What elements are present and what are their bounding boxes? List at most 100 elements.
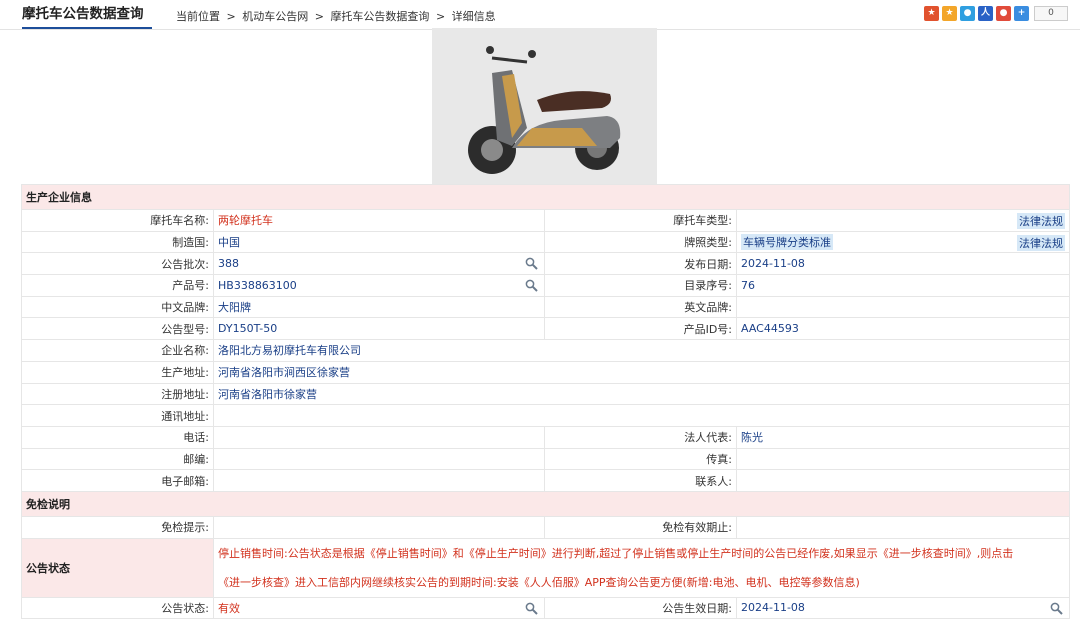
table-row: 公告批次: 388 发布日期: 2024-11-08 — [21, 252, 1070, 276]
field-label: 公告批次: — [21, 252, 214, 276]
plate-type-cell: 车辆号牌分类标准 法律法规 — [736, 230, 1070, 254]
plate-type-value: 车辆号牌分类标准 — [741, 234, 833, 251]
table-row: 邮编: 传真: — [21, 447, 1070, 471]
breadcrumb-separator: > — [435, 10, 446, 23]
share-weibo-icon[interactable]: ★ — [924, 6, 939, 21]
release-date-value: 2024-11-08 — [736, 252, 1070, 276]
share-qzone-icon[interactable]: ★ — [942, 6, 957, 21]
section-header-exempt: 免检说明 — [21, 490, 1070, 517]
share-more-icon[interactable]: + — [1014, 6, 1029, 21]
share-renren-icon[interactable]: 人 — [978, 6, 993, 21]
search-icon[interactable] — [525, 257, 538, 271]
scooter-image — [432, 28, 657, 185]
field-label: 牌照类型: — [544, 230, 737, 254]
breadcrumb-separator: > — [226, 10, 236, 23]
vehicle-info-table: 生产企业信息 摩托车名称: 两轮摩托车 摩托车类型: 法律法规 制造国: 中国 … — [21, 184, 1070, 620]
field-label: 公告型号: — [21, 317, 214, 341]
field-label: 发布日期: — [544, 252, 737, 276]
field-label: 中文品牌: — [21, 295, 214, 319]
brand-cn-value: 大阳牌 — [213, 295, 545, 319]
catalog-no-value: 76 — [736, 274, 1070, 297]
table-row: 企业名称: 洛阳北方易初摩托车有限公司 — [21, 339, 1070, 362]
breadcrumb-label: 当前位置 — [176, 10, 220, 23]
legal-rep-value: 陈光 — [736, 425, 1070, 449]
moto-name-value: 两轮摩托车 — [213, 209, 545, 232]
model-value: DY150T-50 — [213, 317, 545, 341]
breadcrumb: 当前位置 > 机动车公告网 > 摩托车公告数据查询 > 详细信息 — [176, 8, 499, 24]
field-label: 传真: — [544, 447, 737, 471]
company-value: 洛阳北方易初摩托车有限公司 — [213, 339, 1070, 362]
table-row: 公告型号: DY150T-50 产品ID号: AAC44593 — [21, 317, 1070, 341]
prod-addr-value: 河南省洛阳市涧西区徐家营 — [213, 360, 1070, 384]
table-row: 注册地址: 河南省洛阳市徐家营 — [21, 382, 1070, 406]
share-count: 0 — [1034, 6, 1068, 21]
batch-value: 388 — [218, 257, 239, 271]
field-label: 产品号: — [21, 274, 214, 297]
table-row: 生产地址: 河南省洛阳市涧西区徐家营 — [21, 360, 1070, 384]
field-label: 电子邮箱: — [21, 469, 214, 492]
field-label: 目录序号: — [544, 274, 737, 297]
breadcrumb-separator: > — [314, 10, 324, 23]
table-row: 公告状态: 有效 公告生效日期: 2024-11-08 — [21, 596, 1070, 620]
moto-type-cell: 法律法规 — [736, 209, 1070, 232]
share-bar: ★ ★ ● 人 ● + 0 — [921, 6, 1068, 21]
field-label: 生产地址: — [21, 360, 214, 384]
ann-status-cell: 有效 — [213, 596, 545, 620]
status-notice-line: 停止销售时间:公告状态是根据《停止销售时间》和《停止生产时间》进行判断,超过了停… — [218, 546, 1014, 560]
section-title: 生产企业信息 — [21, 184, 1070, 210]
country-value: 中国 — [213, 230, 545, 254]
phone-value — [213, 425, 545, 449]
breadcrumb-current: 详细信息 — [451, 10, 496, 23]
field-label: 摩托车名称: — [21, 209, 214, 232]
page-header: 摩托车公告数据查询 当前位置 > 机动车公告网 > 摩托车公告数据查询 > 详细… — [0, 0, 1080, 30]
section-title: 免检说明 — [21, 490, 1070, 517]
ann-effective-cell: 2024-11-08 — [736, 596, 1070, 620]
ann-status-value: 有效 — [218, 601, 240, 615]
product-no-cell: HB338863100 — [213, 274, 545, 297]
reg-addr-value: 河南省洛阳市徐家营 — [213, 382, 1070, 406]
field-label: 电话: — [21, 425, 214, 449]
status-notice-line: 《进一步核查》进入工信部内网继续核实公告的到期时间:安装《人人佰服》APP查询公… — [218, 575, 860, 589]
field-label: 联系人: — [544, 469, 737, 492]
exempt-valid-value — [736, 515, 1070, 539]
field-label: 邮编: — [21, 447, 214, 471]
brand-en-value — [736, 295, 1070, 319]
status-notice-row: 公告状态 停止销售时间:公告状态是根据《停止销售时间》和《停止生产时间》进行判断… — [21, 537, 1070, 598]
search-icon[interactable] — [1050, 602, 1063, 615]
section-title: 公告状态 — [21, 537, 214, 598]
field-label: 企业名称: — [21, 339, 214, 362]
breadcrumb-link-portal[interactable]: 机动车公告网 — [242, 10, 308, 23]
mail-addr-value — [213, 404, 1070, 427]
law-link[interactable]: 法律法规 — [1017, 213, 1065, 229]
field-label: 免检有效期止: — [544, 515, 737, 539]
field-label: 产品ID号: — [544, 317, 737, 341]
field-label: 制造国: — [21, 230, 214, 254]
search-icon[interactable] — [525, 602, 538, 615]
breadcrumb-link-query[interactable]: 摩托车公告数据查询 — [330, 10, 429, 23]
batch-cell: 388 — [213, 252, 545, 276]
table-row: 中文品牌: 大阳牌 英文品牌: — [21, 295, 1070, 319]
table-row: 制造国: 中国 牌照类型: 车辆号牌分类标准 法律法规 — [21, 230, 1070, 254]
field-label: 英文品牌: — [544, 295, 737, 319]
table-row: 电话: 法人代表: 陈光 — [21, 425, 1070, 449]
field-label: 注册地址: — [21, 382, 214, 406]
status-notice-text: 停止销售时间:公告状态是根据《停止销售时间》和《停止生产时间》进行判断,超过了停… — [213, 537, 1070, 598]
fax-value — [736, 447, 1070, 471]
search-icon[interactable] — [525, 279, 538, 292]
field-label: 公告生效日期: — [544, 596, 737, 620]
table-row: 摩托车名称: 两轮摩托车 摩托车类型: 法律法规 — [21, 209, 1070, 232]
field-label: 公告状态: — [21, 596, 214, 620]
table-row: 免检提示: 免检有效期止: — [21, 515, 1070, 539]
contact-value — [736, 469, 1070, 492]
ann-effective-value: 2024-11-08 — [741, 601, 805, 615]
law-link[interactable]: 法律法规 — [1017, 234, 1065, 251]
field-label: 免检提示: — [21, 515, 214, 539]
exempt-tip-value — [213, 515, 545, 539]
section-header-company: 生产企业信息 — [21, 184, 1070, 210]
table-row: 产品号: HB338863100 目录序号: 76 — [21, 274, 1070, 297]
share-tencent-icon[interactable]: ● — [960, 6, 975, 21]
field-label: 通讯地址: — [21, 404, 214, 427]
email-value — [213, 469, 545, 492]
share-douban-icon[interactable]: ● — [996, 6, 1011, 21]
product-id-value: AAC44593 — [736, 317, 1070, 341]
